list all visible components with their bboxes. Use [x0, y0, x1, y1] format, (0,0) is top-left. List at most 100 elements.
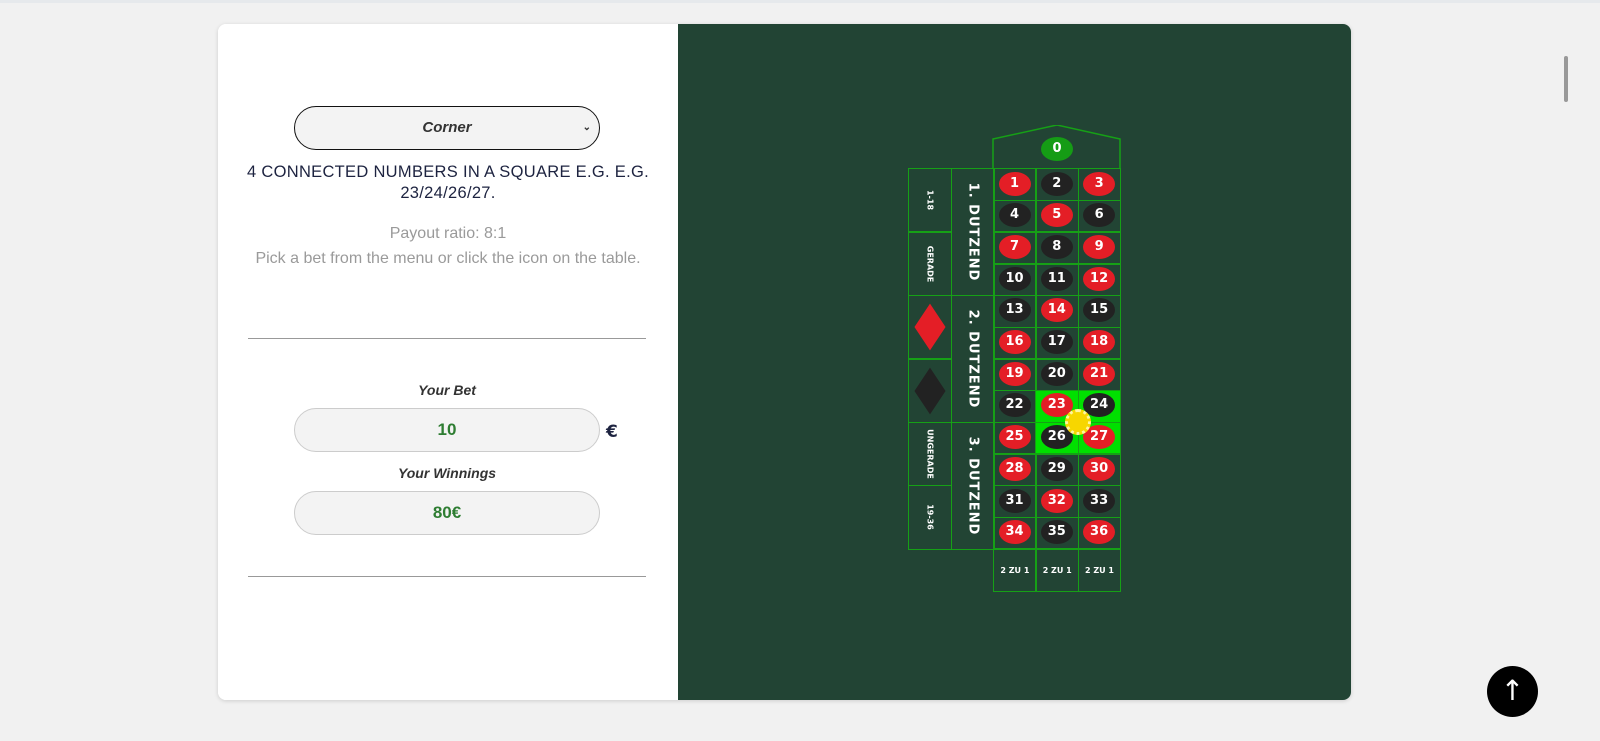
outside-bet-19-36[interactable]: 19-36: [908, 485, 952, 550]
number-cell-32[interactable]: 32: [1035, 485, 1080, 519]
number-cell-19[interactable]: 19: [993, 358, 1037, 392]
number-18: 18: [1083, 330, 1116, 354]
number-20: 20: [1040, 361, 1073, 386]
number-cell-33[interactable]: 33: [1077, 485, 1122, 519]
outside-bet-label: 1-18: [925, 190, 935, 211]
number-17: 17: [1040, 330, 1073, 354]
column-label: 2 ZU 1: [1042, 566, 1072, 576]
outside-bet-black[interactable]: [908, 358, 952, 424]
number-cell-16[interactable]: 16: [993, 326, 1037, 360]
number-25: 25: [998, 425, 1031, 450]
scroll-to-top-button[interactable]: ↑: [1487, 666, 1538, 717]
bet-amount-input[interactable]: 10: [294, 408, 600, 452]
number-cell-34[interactable]: 34: [993, 516, 1037, 550]
roulette-table: 0 1-18 GERADE UNGERADE 19-36 1. DUTZEND 2. DU…: [908, 125, 1123, 595]
number-31: 31: [998, 488, 1031, 513]
number-cell-3[interactable]: 3: [1077, 168, 1122, 202]
divider: [248, 576, 646, 577]
number-cell-29[interactable]: 29: [1035, 453, 1080, 487]
dozen-label: 1. DUTZEND: [965, 182, 981, 282]
number-cell-35[interactable]: 35: [1035, 516, 1080, 550]
bet-chip-icon[interactable]: [1064, 408, 1091, 435]
number-cell-5[interactable]: 5: [1035, 199, 1080, 233]
number-22: 22: [998, 393, 1031, 418]
bet-description: 4 CONNECTED NUMBERS IN A SQUARE E.G. E.G…: [247, 163, 649, 202]
number-9: 9: [1083, 234, 1116, 259]
roulette-card: Corner ⌄ 4 CONNECTED NUMBERS IN A SQUARE …: [218, 24, 1351, 700]
number-cell-10[interactable]: 10: [993, 263, 1037, 297]
number-29: 29: [1040, 456, 1073, 481]
outside-bet-label: 19-36: [925, 504, 935, 531]
number-0[interactable]: 0: [1041, 137, 1073, 161]
bet-info: Payout ratio: 8:1 Pick a bet from the men…: [238, 221, 658, 271]
number-14: 14: [1040, 298, 1073, 323]
column-label: 2 ZU 1: [1084, 566, 1114, 576]
outside-bet-label: GERADE: [925, 245, 935, 283]
number-16: 16: [998, 330, 1031, 354]
number-36: 36: [1083, 520, 1116, 545]
outside-bet-label: UNGERADE: [925, 429, 935, 479]
outside-bet-ungerade[interactable]: UNGERADE: [908, 421, 952, 487]
number-cell-12[interactable]: 12: [1077, 263, 1122, 297]
number-cell-22[interactable]: 22: [993, 389, 1037, 424]
column-bet-3[interactable]: 2 ZU 1: [1077, 548, 1122, 593]
scrollbar[interactable]: [1564, 56, 1568, 102]
number-cell-7[interactable]: 7: [993, 231, 1037, 265]
number-4: 4: [998, 203, 1031, 228]
column-bet-2[interactable]: 2 ZU 1: [1035, 548, 1080, 593]
your-winnings-label: Your Winnings: [397, 465, 497, 481]
number-33: 33: [1083, 488, 1116, 513]
dozen-bet-3[interactable]: 3. DUTZEND: [951, 421, 995, 550]
number-cell-28[interactable]: 28: [993, 453, 1037, 487]
number-1: 1: [998, 171, 1031, 196]
column-label: 2 ZU 1: [1000, 566, 1030, 576]
number-cell-18[interactable]: 18: [1077, 326, 1122, 360]
winnings-field: 80€: [294, 491, 600, 535]
number-11: 11: [1040, 266, 1073, 291]
number-cell-15[interactable]: 15: [1077, 294, 1122, 328]
number-cell-20[interactable]: 20: [1035, 358, 1080, 392]
number-3: 3: [1083, 171, 1116, 196]
outside-bet-1-18[interactable]: 1-18: [908, 168, 952, 233]
number-30: 30: [1083, 456, 1116, 481]
number-28: 28: [998, 456, 1031, 481]
number-10: 10: [998, 266, 1031, 291]
number-cell-4[interactable]: 4: [993, 199, 1037, 233]
number-13: 13: [998, 298, 1031, 323]
currency-label: €: [606, 422, 618, 442]
black-diamond-icon: [914, 367, 946, 414]
number-cell-31[interactable]: 31: [993, 485, 1037, 519]
number-8: 8: [1040, 234, 1073, 259]
dozen-label: 3. DUTZEND: [965, 436, 981, 536]
number-35: 35: [1040, 520, 1073, 545]
red-diamond-icon: [914, 303, 946, 351]
chevron-down-icon: ⌄: [582, 122, 591, 133]
number-15: 15: [1083, 298, 1116, 323]
number-cell-13[interactable]: 13: [993, 294, 1037, 328]
outside-bet-red[interactable]: [908, 294, 952, 360]
number-21: 21: [1083, 361, 1116, 386]
number-cell-30[interactable]: 30: [1077, 453, 1122, 487]
number-cell-36[interactable]: 36: [1077, 516, 1122, 550]
dozen-bet-2[interactable]: 2. DUTZEND: [951, 294, 995, 424]
number-cell-9[interactable]: 9: [1077, 231, 1122, 265]
divider: [248, 338, 646, 339]
arrow-up-icon: ↑: [1500, 674, 1525, 707]
number-cell-14[interactable]: 14: [1035, 294, 1080, 328]
number-cell-11[interactable]: 11: [1035, 263, 1080, 297]
payout-ratio: Payout ratio: 8:1: [389, 225, 507, 242]
number-5: 5: [1040, 203, 1073, 228]
number-cell-6[interactable]: 6: [1077, 199, 1122, 233]
number-cell-2[interactable]: 2: [1035, 168, 1080, 202]
bet-type-select[interactable]: Corner ⌄: [294, 106, 600, 150]
number-cell-8[interactable]: 8: [1035, 231, 1080, 265]
dozen-bet-1[interactable]: 1. DUTZEND: [951, 168, 995, 297]
number-cell-17[interactable]: 17: [1035, 326, 1080, 360]
outside-bet-gerade[interactable]: GERADE: [908, 231, 952, 297]
number-cell-21[interactable]: 21: [1077, 358, 1122, 392]
column-bet-1[interactable]: 2 ZU 1: [993, 548, 1037, 593]
number-cell-1[interactable]: 1: [993, 168, 1037, 202]
bet-type-value: Corner: [422, 119, 472, 136]
number-cell-25[interactable]: 25: [993, 421, 1037, 455]
number-34: 34: [998, 520, 1031, 545]
